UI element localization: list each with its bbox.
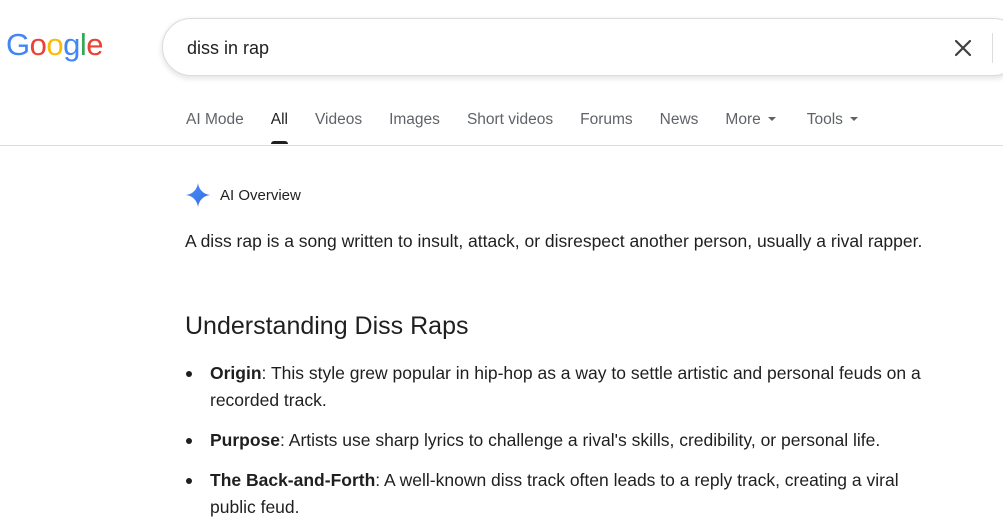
tab-label: All bbox=[270, 111, 288, 128]
logo-letter: e bbox=[86, 27, 104, 62]
bullet-icon bbox=[186, 371, 192, 377]
ai-overview-title: AI Overview bbox=[220, 186, 301, 204]
search-box bbox=[162, 18, 1003, 76]
clear-search-button[interactable] bbox=[947, 32, 979, 64]
tab-label: Images bbox=[389, 111, 440, 128]
ai-overview-summary: A diss rap is a song written to insult, … bbox=[185, 231, 923, 251]
tab-videos[interactable]: Videos bbox=[315, 98, 362, 142]
logo-letter: g bbox=[63, 27, 80, 62]
caret-down-icon bbox=[849, 116, 858, 121]
tab-news[interactable]: News bbox=[660, 98, 699, 142]
tab-ai-mode[interactable]: AI Mode bbox=[186, 98, 244, 142]
tab-label: Short videos bbox=[466, 111, 554, 128]
close-icon bbox=[954, 39, 972, 57]
tab-label: Tools bbox=[806, 111, 843, 128]
tab-images[interactable]: Images bbox=[389, 98, 440, 142]
tab-label: More bbox=[725, 111, 761, 128]
point-term: Purpose bbox=[210, 430, 281, 450]
list-item: Origin: This style grew popular in hip-h… bbox=[185, 360, 935, 414]
bullet-icon bbox=[186, 478, 192, 484]
search-results-page: Google AI Mode All Videos Images Short v… bbox=[0, 0, 1003, 529]
ai-overview-header: AI Overview bbox=[185, 182, 301, 208]
tab-short-videos[interactable]: Short videos bbox=[467, 98, 553, 142]
caret-down-icon bbox=[767, 116, 776, 121]
tab-label: Videos bbox=[314, 111, 363, 128]
point-text: : Artists use sharp lyrics to challenge … bbox=[280, 430, 881, 450]
tab-tools[interactable]: Tools bbox=[807, 98, 858, 142]
tabs-divider bbox=[0, 145, 1003, 146]
logo-letter: o bbox=[46, 27, 64, 62]
tab-label: News bbox=[659, 111, 699, 128]
point-text: : This style grew popular in hip-hop as … bbox=[210, 363, 921, 410]
ai-overview-heading: Understanding Diss Raps bbox=[185, 312, 469, 340]
point-term: Origin bbox=[210, 363, 262, 383]
google-logo[interactable]: Google bbox=[6, 25, 104, 65]
list-item: Purpose: Artists use sharp lyrics to cha… bbox=[185, 427, 935, 454]
gemini-sparkle-icon bbox=[186, 183, 210, 207]
tab-all[interactable]: All bbox=[270, 98, 289, 144]
logo-letter: o bbox=[29, 27, 47, 62]
ai-overview-points: Origin: This style grew popular in hip-h… bbox=[185, 360, 935, 529]
logo-letter: G bbox=[6, 27, 30, 62]
tab-more[interactable]: More bbox=[725, 98, 776, 142]
bullet-icon bbox=[186, 438, 192, 444]
tab-label: AI Mode bbox=[186, 111, 244, 128]
tab-label: Forums bbox=[580, 111, 633, 128]
search-box-divider bbox=[992, 33, 993, 63]
point-term: The Back-and-Forth bbox=[210, 470, 376, 490]
list-item: The Back-and-Forth: A well-known diss tr… bbox=[185, 467, 935, 521]
search-tabs: AI Mode All Videos Images Short videos F… bbox=[186, 98, 885, 144]
search-input[interactable] bbox=[187, 35, 907, 61]
tab-forums[interactable]: Forums bbox=[580, 98, 633, 142]
